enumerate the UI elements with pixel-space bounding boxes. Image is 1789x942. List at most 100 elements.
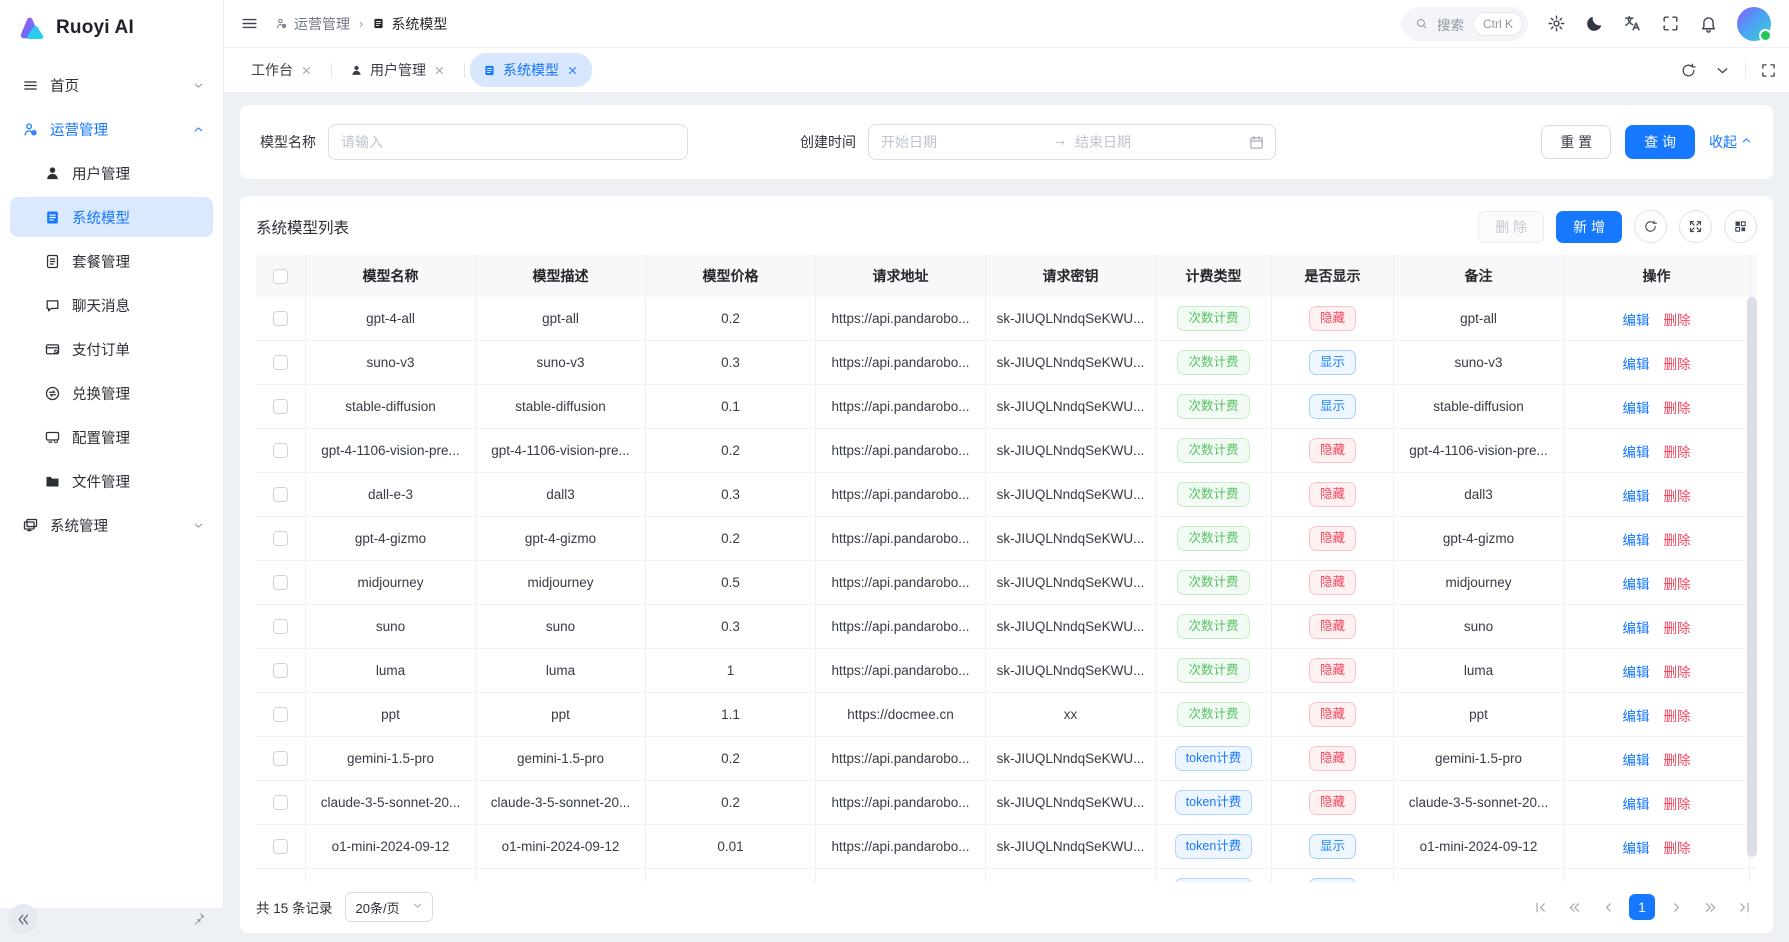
row-checkbox[interactable] bbox=[273, 663, 288, 678]
edit-link[interactable]: 编辑 bbox=[1623, 573, 1650, 593]
edit-link[interactable]: 编辑 bbox=[1623, 485, 1650, 505]
edit-link[interactable]: 编辑 bbox=[1623, 397, 1650, 417]
tab-系统模型[interactable]: 系统模型 bbox=[470, 53, 592, 87]
column-settings-button[interactable] bbox=[1724, 210, 1757, 243]
add-button[interactable]: 新 增 bbox=[1556, 211, 1622, 243]
delete-link[interactable]: 删除 bbox=[1664, 881, 1691, 883]
tab-close-button[interactable] bbox=[433, 64, 446, 77]
query-button[interactable]: 查 询 bbox=[1625, 125, 1695, 159]
edit-link[interactable]: 编辑 bbox=[1623, 661, 1650, 681]
sidebar-item-file-mgmt[interactable]: 文件管理 bbox=[10, 461, 213, 501]
row-checkbox[interactable] bbox=[273, 443, 288, 458]
content-fullscreen-button[interactable] bbox=[1745, 62, 1777, 79]
model-desc-cell bbox=[476, 869, 646, 882]
tab-工作台[interactable]: 工作台 bbox=[238, 53, 326, 87]
table-fullscreen-button[interactable] bbox=[1679, 210, 1712, 243]
row-checkbox[interactable] bbox=[273, 355, 288, 370]
edit-link[interactable]: 编辑 bbox=[1623, 881, 1650, 883]
sidebar-collapse-button[interactable] bbox=[8, 904, 38, 934]
dark-mode-button[interactable] bbox=[1585, 14, 1604, 33]
folder-icon bbox=[44, 473, 61, 490]
page-prev-group-button[interactable] bbox=[1561, 894, 1587, 920]
row-checkbox[interactable] bbox=[273, 707, 288, 722]
edit-link[interactable]: 编辑 bbox=[1623, 749, 1650, 769]
select-all-checkbox[interactable] bbox=[273, 269, 288, 284]
edit-link[interactable]: 编辑 bbox=[1623, 793, 1650, 813]
refresh-page-button[interactable] bbox=[1680, 62, 1697, 79]
sidebar-item-package-mgmt[interactable]: 套餐管理 bbox=[10, 241, 213, 281]
delete-link[interactable]: 删除 bbox=[1664, 661, 1691, 681]
delete-link[interactable]: 删除 bbox=[1664, 529, 1691, 549]
edit-link[interactable]: 编辑 bbox=[1623, 617, 1650, 637]
page-next-group-button[interactable] bbox=[1697, 894, 1723, 920]
delete-link[interactable]: 删除 bbox=[1664, 397, 1691, 417]
sidebar-item-home[interactable]: 首页 bbox=[10, 65, 213, 105]
edit-link[interactable]: 编辑 bbox=[1623, 837, 1650, 857]
calendar-icon[interactable] bbox=[1248, 134, 1265, 151]
delete-link[interactable]: 删除 bbox=[1664, 441, 1691, 461]
page-size-select[interactable]: 20条/页 bbox=[345, 892, 433, 922]
sidebar-item-redeem-mgmt[interactable]: 兑换管理 bbox=[10, 373, 213, 413]
date-range-input[interactable] bbox=[868, 124, 1276, 160]
tab-用户管理[interactable]: 用户管理 bbox=[337, 53, 459, 87]
global-search[interactable]: 搜索 Ctrl K bbox=[1402, 7, 1528, 41]
pin-sidebar-button[interactable] bbox=[190, 910, 207, 927]
tabs-dropdown-button[interactable] bbox=[1714, 62, 1731, 79]
fullscreen-button[interactable] bbox=[1661, 14, 1680, 33]
reset-button[interactable]: 重 置 bbox=[1541, 125, 1611, 159]
row-checkbox[interactable] bbox=[273, 751, 288, 766]
collapse-filter-link[interactable]: 收起 bbox=[1709, 132, 1753, 152]
brand-logo[interactable]: Ruoyi AI bbox=[0, 0, 223, 57]
batch-delete-button[interactable]: 删 除 bbox=[1478, 211, 1544, 243]
delete-link[interactable]: 删除 bbox=[1664, 485, 1691, 505]
sidebar-item-payment-orders[interactable]: 支付订单 bbox=[10, 329, 213, 369]
sidebar-item-system-model[interactable]: 系统模型 bbox=[10, 197, 213, 237]
page-prev-button[interactable] bbox=[1595, 894, 1621, 920]
end-date-input[interactable] bbox=[1075, 134, 1240, 150]
notifications-button[interactable] bbox=[1699, 14, 1718, 33]
row-checkbox[interactable] bbox=[273, 487, 288, 502]
row-checkbox[interactable] bbox=[273, 575, 288, 590]
page-first-button[interactable] bbox=[1527, 894, 1553, 920]
row-checkbox[interactable] bbox=[273, 839, 288, 854]
delete-link[interactable]: 删除 bbox=[1664, 309, 1691, 329]
sidebar-item-system-mgmt[interactable]: 系统管理 bbox=[10, 505, 213, 545]
delete-link[interactable]: 删除 bbox=[1664, 353, 1691, 373]
row-checkbox[interactable] bbox=[273, 311, 288, 326]
page-number-current[interactable]: 1 bbox=[1629, 894, 1655, 920]
edit-link[interactable]: 编辑 bbox=[1623, 705, 1650, 725]
delete-link[interactable]: 删除 bbox=[1664, 617, 1691, 637]
billing-type-cell: 次数计费 bbox=[1156, 385, 1272, 428]
page-last-button[interactable] bbox=[1731, 894, 1757, 920]
avatar[interactable] bbox=[1737, 7, 1771, 41]
model-name-input[interactable] bbox=[328, 124, 688, 160]
row-checkbox[interactable] bbox=[273, 531, 288, 546]
delete-link[interactable]: 删除 bbox=[1664, 573, 1691, 593]
delete-link[interactable]: 删除 bbox=[1664, 837, 1691, 857]
sidebar-item-user-mgmt[interactable]: 用户管理 bbox=[10, 153, 213, 193]
edit-link[interactable]: 编辑 bbox=[1623, 353, 1650, 373]
row-checkbox[interactable] bbox=[273, 795, 288, 810]
delete-link[interactable]: 删除 bbox=[1664, 749, 1691, 769]
settings-button[interactable] bbox=[1547, 14, 1566, 33]
edit-link[interactable]: 编辑 bbox=[1623, 441, 1650, 461]
language-button[interactable] bbox=[1623, 14, 1642, 33]
scrollbar-thumb[interactable] bbox=[1747, 297, 1757, 857]
row-checkbox[interactable] bbox=[273, 619, 288, 634]
sidebar-toggle-button[interactable] bbox=[240, 14, 259, 33]
start-date-input[interactable] bbox=[881, 134, 1046, 150]
row-checkbox[interactable] bbox=[273, 399, 288, 414]
edit-link[interactable]: 编辑 bbox=[1623, 309, 1650, 329]
tab-close-button[interactable] bbox=[566, 64, 579, 77]
breadcrumb: 运营管理 › 系统模型 bbox=[275, 14, 447, 34]
sidebar-item-config-mgmt[interactable]: 配置管理 bbox=[10, 417, 213, 457]
delete-link[interactable]: 删除 bbox=[1664, 793, 1691, 813]
sidebar-item-operations[interactable]: 运营管理 bbox=[10, 109, 213, 149]
edit-link[interactable]: 编辑 bbox=[1623, 529, 1650, 549]
breadcrumb-item-operations[interactable]: 运营管理 bbox=[275, 14, 350, 34]
delete-link[interactable]: 删除 bbox=[1664, 705, 1691, 725]
refresh-table-button[interactable] bbox=[1634, 210, 1667, 243]
page-next-button[interactable] bbox=[1663, 894, 1689, 920]
tab-close-button[interactable] bbox=[300, 64, 313, 77]
sidebar-item-chat-messages[interactable]: 聊天消息 bbox=[10, 285, 213, 325]
